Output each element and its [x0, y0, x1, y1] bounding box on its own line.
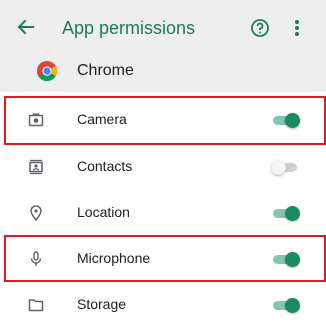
- location-icon: [30, 205, 42, 221]
- contacts-icon: [29, 159, 43, 175]
- permission-label: Microphone: [77, 250, 151, 266]
- app-name: Chrome: [77, 62, 134, 79]
- arrow-back-icon[interactable]: [16, 17, 36, 37]
- permission-label: Camera: [77, 111, 127, 127]
- toggle-thumb: [285, 252, 300, 267]
- permission-row-location[interactable]: Location: [0, 190, 326, 236]
- location-toggle[interactable]: [273, 206, 301, 221]
- folder-icon: [28, 299, 44, 312]
- page-title: App permissions: [62, 18, 196, 38]
- permission-label: Location: [77, 204, 130, 220]
- toggle-thumb: [271, 160, 286, 175]
- camera-icon: [28, 113, 44, 127]
- microphone-toggle[interactable]: [273, 252, 301, 267]
- app-bar: App permissions: [0, 0, 326, 56]
- permission-row-contacts[interactable]: Contacts: [0, 144, 326, 190]
- permission-row-storage[interactable]: Storage: [0, 282, 326, 328]
- permission-label: Contacts: [77, 158, 133, 174]
- toggle-thumb: [285, 113, 300, 128]
- help-circle-icon[interactable]: [250, 18, 270, 38]
- app-header: Chrome: [0, 56, 326, 92]
- storage-toggle[interactable]: [273, 298, 301, 313]
- chrome-logo-icon: [37, 61, 57, 81]
- contacts-toggle[interactable]: [271, 160, 301, 175]
- camera-toggle[interactable]: [273, 113, 301, 128]
- toggle-thumb: [285, 206, 300, 221]
- permission-label: Storage: [77, 296, 127, 312]
- permission-row-camera[interactable]: Camera: [0, 97, 326, 143]
- microphone-icon: [30, 251, 42, 266]
- more-vert-icon[interactable]: [293, 18, 301, 38]
- permission-row-microphone[interactable]: Microphone: [0, 236, 326, 282]
- toggle-thumb: [285, 298, 300, 313]
